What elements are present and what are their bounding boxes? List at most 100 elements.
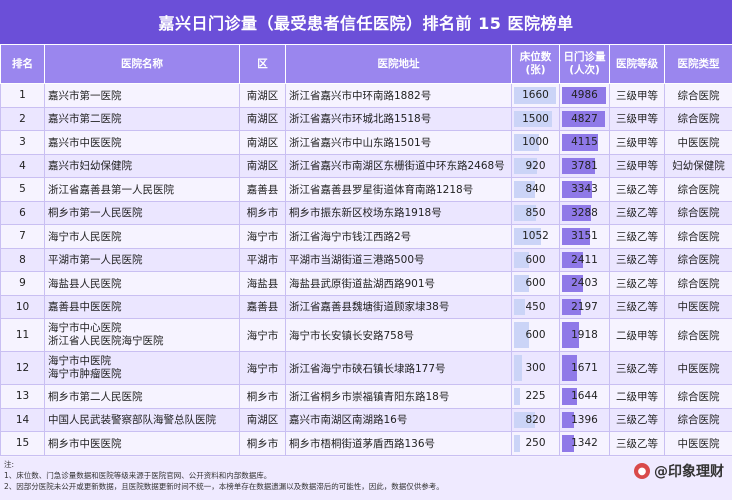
rank-cell: 4 bbox=[0, 153, 45, 178]
hospital-name-alt: 浙江省人民医院海宁医院 bbox=[48, 335, 164, 347]
beds-value: 600 bbox=[525, 253, 546, 266]
beds-value: 1500 bbox=[522, 112, 549, 125]
type-cell: 综合医院 bbox=[664, 384, 732, 409]
hospital-name-alt: 海宁市肿瘤医院 bbox=[48, 368, 122, 380]
name-cell: 浙江省嘉善县第一人民医院 bbox=[44, 177, 240, 202]
level-cell: 二级甲等 bbox=[609, 384, 665, 409]
level-cell: 三级乙等 bbox=[609, 247, 665, 272]
visits-cell: 1644 bbox=[559, 384, 610, 409]
beds-value: 920 bbox=[525, 159, 546, 172]
level-cell: 三级乙等 bbox=[609, 407, 665, 432]
table-row: 11 海宁市中心医院 浙江省人民医院海宁医院 海宁市 海宁市长安镇长安路758号 600 1… bbox=[0, 318, 732, 352]
district-cell: 桐乡市 bbox=[239, 384, 286, 409]
name-cell: 桐乡市第一人民医院 bbox=[44, 200, 240, 225]
address-cell: 浙江省嘉兴市环城北路1518号 bbox=[285, 106, 512, 131]
level-cell: 三级乙等 bbox=[609, 224, 665, 249]
visits-value: 1396 bbox=[571, 413, 598, 426]
beds-cell: 1660 bbox=[511, 83, 560, 108]
visits-cell: 3343 bbox=[559, 177, 610, 202]
hospital-name: 平湖市第一人民医院 bbox=[48, 254, 143, 267]
beds-cell: 300 bbox=[511, 351, 560, 385]
beds-cell: 840 bbox=[511, 177, 560, 202]
rank-cell: 8 bbox=[0, 247, 45, 272]
type-cell: 综合医院 bbox=[664, 407, 732, 432]
beds-cell: 450 bbox=[511, 294, 560, 319]
table-row: 7 海宁市人民医院 海宁市 浙江省海宁市钱江西路2号 1052 3151 三级乙等 综合医院 bbox=[0, 224, 732, 249]
type-cell: 综合医院 bbox=[664, 271, 732, 296]
table-row: 10 嘉善县中医医院 嘉善县 浙江省嘉善县魏塘街道顾家埭38号 450 2197 三级乙等中… bbox=[0, 294, 732, 319]
table-row: 6 桐乡市第一人民医院 桐乡市 桐乡市振东新区校场东路1918号 850 3288 三级乙等… bbox=[0, 200, 732, 225]
district-cell: 嘉善县 bbox=[239, 294, 286, 319]
table-header-row: 排名 医院名称 区 医院地址 床位数 (张) 日门诊量 (人次) 医院等级 医院类型 bbox=[0, 44, 732, 84]
address-cell: 桐乡市振东新区校场东路1918号 bbox=[285, 200, 512, 225]
address-cell: 浙江省桐乡市崇福镇青阳东路18号 bbox=[285, 384, 512, 409]
beds-cell: 1052 bbox=[511, 224, 560, 249]
rank-cell: 1 bbox=[0, 83, 45, 108]
visits-cell: 1671 bbox=[559, 351, 610, 385]
beds-value: 250 bbox=[525, 437, 546, 450]
visits-value: 3343 bbox=[571, 183, 598, 196]
beds-value: 450 bbox=[525, 300, 546, 313]
beds-value: 300 bbox=[525, 362, 546, 374]
address-cell: 浙江省嘉善县罗星街道体育南路1218号 bbox=[285, 177, 512, 202]
name-cell: 海宁市人民医院 bbox=[44, 224, 240, 249]
district-cell: 海宁市 bbox=[239, 351, 286, 385]
district-cell: 嘉善县 bbox=[239, 177, 286, 202]
brand-logo: ● @印象理财 bbox=[634, 461, 724, 481]
type-cell: 综合医院 bbox=[664, 318, 732, 352]
beds-value: 850 bbox=[525, 206, 546, 219]
district-cell: 海宁市 bbox=[239, 318, 286, 352]
name-cell: 嘉兴市中医医院 bbox=[44, 130, 240, 155]
visits-value: 3151 bbox=[571, 230, 598, 243]
beds-cell: 600 bbox=[511, 318, 560, 352]
header-level: 医院等级 bbox=[609, 44, 665, 84]
beds-cell: 920 bbox=[511, 153, 560, 178]
level-cell: 三级甲等 bbox=[609, 130, 665, 155]
visits-value: 1671 bbox=[571, 362, 598, 374]
district-cell: 桐乡市 bbox=[239, 200, 286, 225]
table-row: 9 海盐县人民医院 海盐县 海盐县武原街道盐湖西路901号 600 2403 三级乙等 综合医… bbox=[0, 271, 732, 296]
district-cell: 南湖区 bbox=[239, 106, 286, 131]
level-cell: 三级乙等 bbox=[609, 431, 665, 456]
weibo-icon: ● bbox=[634, 463, 650, 479]
hospital-name: 嘉兴市第二医院 bbox=[48, 113, 122, 126]
rank-cell: 13 bbox=[0, 384, 45, 409]
beds-value: 820 bbox=[525, 413, 546, 426]
hospital-name: 海宁市中心医院 bbox=[48, 322, 122, 334]
beds-value: 1052 bbox=[522, 230, 549, 243]
beds-cell: 850 bbox=[511, 200, 560, 225]
address-cell: 浙江省海宁市硖石镇长埭路177号 bbox=[285, 351, 512, 385]
name-cell: 海宁市中医院 海宁市肿瘤医院 bbox=[44, 351, 240, 385]
level-cell: 三级乙等 bbox=[609, 271, 665, 296]
visits-cell: 4115 bbox=[559, 130, 610, 155]
address-cell: 浙江省嘉兴市南湖区东栅街道中环东路2468号 bbox=[285, 153, 512, 178]
beds-cell: 1000 bbox=[511, 130, 560, 155]
visits-value: 4827 bbox=[571, 112, 598, 125]
header-visits-line2: (人次) bbox=[569, 64, 600, 76]
ranking-table: 排名 医院名称 区 医院地址 床位数 (张) 日门诊量 (人次) 医院等级 医院类型… bbox=[0, 44, 732, 456]
visits-cell: 1342 bbox=[559, 431, 610, 456]
type-cell: 综合医院 bbox=[664, 224, 732, 249]
rank-cell: 6 bbox=[0, 200, 45, 225]
address-cell: 嘉兴市南湖区南湖路16号 bbox=[285, 407, 512, 432]
visits-cell: 3288 bbox=[559, 200, 610, 225]
table-row: 13 桐乡市第二人民医院 桐乡市 浙江省桐乡市崇福镇青阳东路18号 225 1644 二级甲… bbox=[0, 384, 732, 409]
level-cell: 二级甲等 bbox=[609, 318, 665, 352]
visits-cell: 3151 bbox=[559, 224, 610, 249]
name-cell: 桐乡市中医医院 bbox=[44, 431, 240, 456]
header-visits-line1: 日门诊量 bbox=[563, 51, 606, 63]
table-body: 1 嘉兴市第一医院 南湖区 浙江省嘉兴市中环南路1882号 1660 4986 三级甲等 综合… bbox=[0, 83, 732, 456]
beds-cell: 1500 bbox=[511, 106, 560, 131]
type-cell: 中医医院 bbox=[664, 431, 732, 456]
table-row: 4 嘉兴市妇幼保健院 南湖区 浙江省嘉兴市南湖区东栅街道中环东路2468号 920 378… bbox=[0, 153, 732, 178]
visits-cell: 1918 bbox=[559, 318, 610, 352]
table-row: 8 平湖市第一人民医院 平湖市 平湖市当湖街道三港路500号 600 2411 三级乙等 综合… bbox=[0, 247, 732, 272]
beds-cell: 820 bbox=[511, 407, 560, 432]
table-row: 15 桐乡市中医医院 桐乡市 桐乡市梧桐街道茅盾西路136号 250 1342 三级乙等 中医… bbox=[0, 431, 732, 456]
rank-cell: 12 bbox=[0, 351, 45, 385]
hospital-name: 浙江省嘉善县第一人民医院 bbox=[48, 183, 174, 196]
type-cell: 妇幼保健院 bbox=[664, 153, 732, 178]
level-cell: 三级甲等 bbox=[609, 106, 665, 131]
name-cell: 海盐县人民医院 bbox=[44, 271, 240, 296]
address-cell: 浙江省嘉善县魏塘街道顾家埭38号 bbox=[285, 294, 512, 319]
